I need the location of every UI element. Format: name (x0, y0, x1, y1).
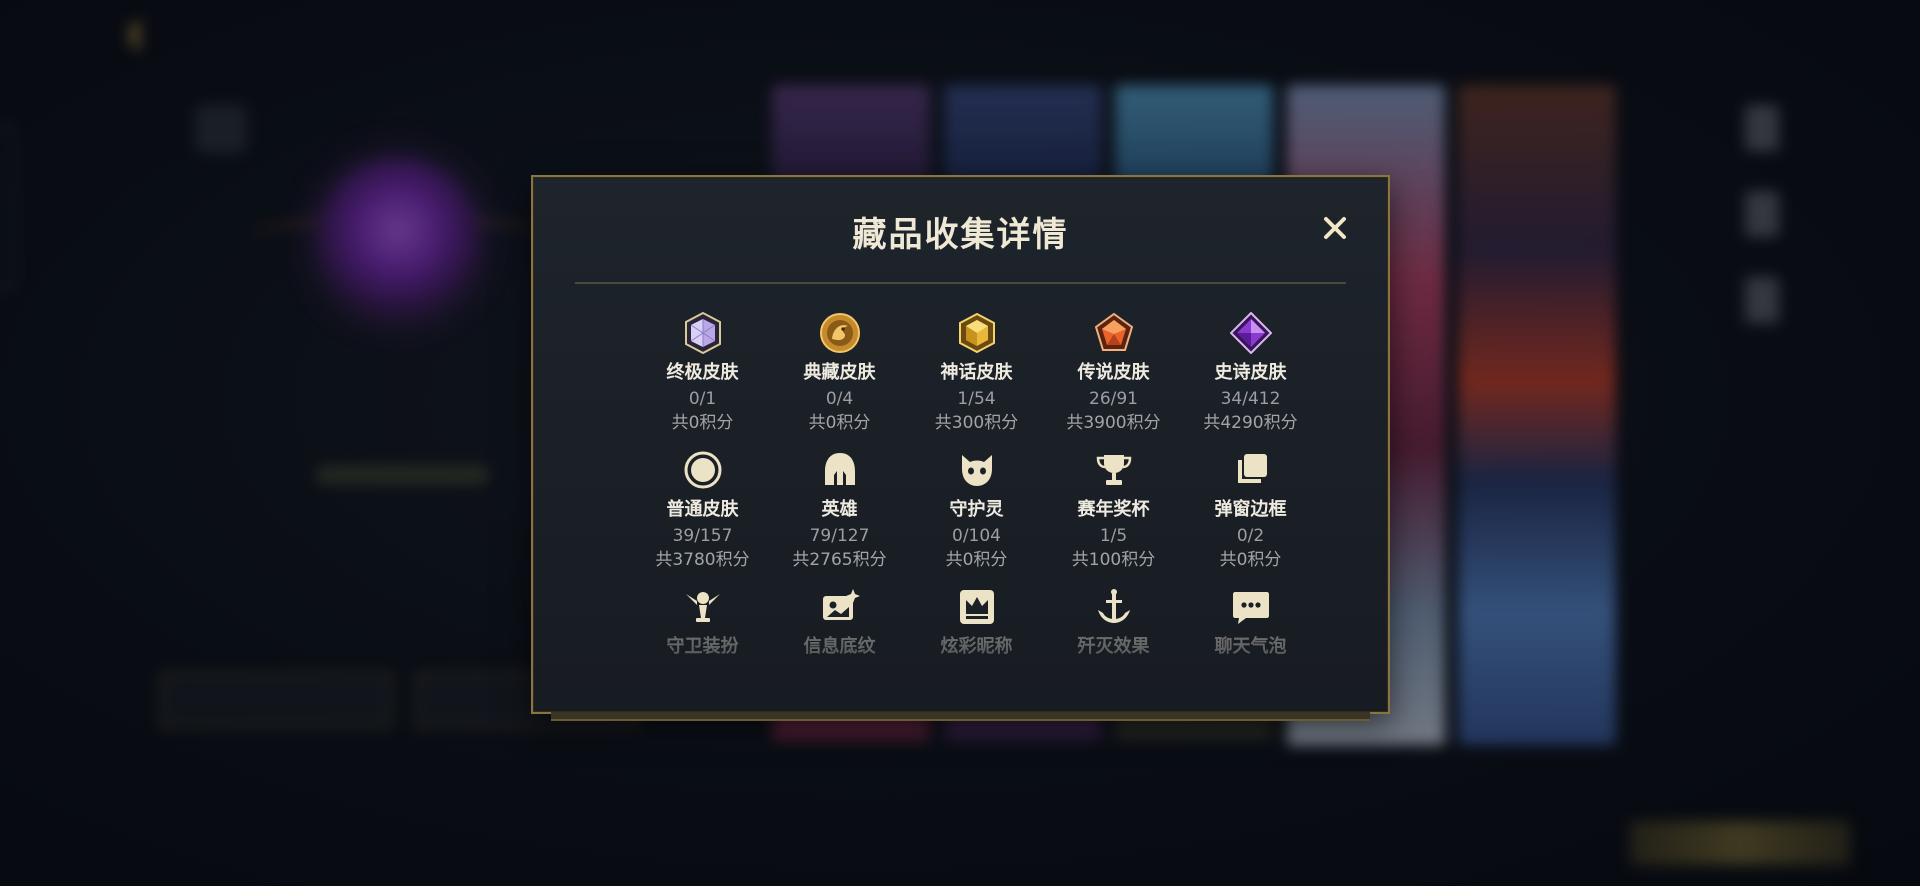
item-label: 守护灵 (949, 499, 1004, 520)
modal-title: 藏品收集详情 (852, 215, 1069, 255)
helmet-icon (824, 453, 855, 485)
collection-item-info-pattern[interactable]: 信息底纹 (771, 581, 908, 671)
item-count: 0/104 (952, 526, 1001, 546)
collection-item-annihilation-effect[interactable]: 歼灭效果 (1045, 581, 1182, 671)
collection-item-hero[interactable]: 英雄 79/127 共2765积分 (771, 444, 908, 581)
collection-item-collector-skin[interactable]: 典藏皮肤 0/4 共0积分 (771, 307, 908, 444)
dragon-medallion-icon (819, 313, 860, 353)
item-label: 赛年奖杯 (1077, 499, 1150, 520)
close-icon (1324, 217, 1346, 239)
collection-item-colorful-nickname[interactable]: 炫彩昵称 (908, 581, 1045, 671)
item-points: 共0积分 (808, 413, 871, 433)
item-count: 26/91 (1089, 389, 1138, 409)
item-points: 共3780积分 (655, 550, 750, 570)
ward-icon (685, 592, 720, 622)
collection-grid: 终极皮肤 0/1 共0积分 典藏皮肤 0/4 共0积分 神话皮肤 1/54 共3… (634, 307, 1319, 671)
item-points: 共0积分 (1219, 550, 1282, 570)
item-count: 0/1 (688, 389, 717, 409)
collection-row: 普通皮肤 39/157 共3780积分 英雄 79/127 共2765积分 守护… (634, 444, 1319, 581)
item-label: 普通皮肤 (666, 499, 739, 520)
collection-item-ward-skin[interactable]: 守卫装扮 (634, 581, 771, 671)
collection-item-chat-bubble[interactable]: 聊天气泡 (1182, 581, 1319, 671)
collection-details-modal: 藏品收集详情 终极皮肤 0/1 共0积分 典藏皮肤 0/4 共0积分 神话皮肤 … (531, 175, 1390, 721)
modal-bottom-trim (551, 712, 1370, 721)
collection-item-mythic-skin[interactable]: 神话皮肤 1/54 共300积分 (908, 307, 1045, 444)
collection-item-popup-frame[interactable]: 弹窗边框 0/2 共0积分 (1182, 444, 1319, 581)
crystal-gem-icon (684, 312, 721, 354)
item-label: 神话皮肤 (940, 362, 1013, 383)
item-points: 共2765积分 (792, 550, 887, 570)
item-label: 典藏皮肤 (803, 362, 876, 383)
item-label: 守卫装扮 (666, 636, 739, 657)
chat-bubble-icon (1232, 592, 1269, 624)
crown-card-icon (959, 590, 994, 624)
item-label: 终极皮肤 (666, 362, 739, 383)
item-label: 英雄 (821, 499, 858, 520)
item-label: 传说皮肤 (1077, 362, 1150, 383)
app-screen: 藏品收集详情 终极皮肤 0/1 共0积分 典藏皮肤 0/4 共0积分 神话皮肤 … (0, 0, 1920, 886)
image-sparkle-icon (822, 589, 860, 620)
close-button[interactable] (1320, 213, 1350, 243)
item-points: 共4290积分 (1203, 413, 1298, 433)
item-count: 34/412 (1220, 389, 1281, 409)
guardian-face-icon (961, 455, 992, 486)
collection-row: 终极皮肤 0/1 共0积分 典藏皮肤 0/4 共0积分 神话皮肤 1/54 共3… (634, 307, 1319, 444)
item-label: 弹窗边框 (1214, 499, 1287, 520)
item-points: 共0积分 (671, 413, 734, 433)
orange-pentagon-gem-icon (1094, 312, 1133, 351)
item-label: 聊天气泡 (1214, 636, 1287, 657)
stacked-frames-icon (1237, 454, 1267, 483)
purple-diamond-gem-icon (1229, 312, 1272, 354)
collection-item-ultimate-skin[interactable]: 终极皮肤 0/1 共0积分 (634, 307, 771, 444)
circle-icon (684, 451, 721, 489)
item-points: 共0积分 (945, 550, 1008, 570)
item-count: 1/54 (957, 389, 996, 409)
item-count: 0/4 (825, 389, 854, 409)
item-points: 共100积分 (1071, 550, 1156, 570)
item-label: 信息底纹 (803, 636, 876, 657)
anchor-sword-icon (1097, 589, 1130, 623)
item-count: 1/5 (1099, 526, 1128, 546)
item-points: 共300积分 (934, 413, 1019, 433)
item-label: 史诗皮肤 (1214, 362, 1287, 383)
trophy-icon (1096, 455, 1131, 485)
item-points: 共3900积分 (1066, 413, 1161, 433)
collection-row: 守卫装扮 信息底纹 炫彩昵称 歼灭效果 聊天气泡 (634, 581, 1319, 671)
collection-item-epic-skin[interactable]: 史诗皮肤 34/412 共4290积分 (1182, 307, 1319, 444)
collection-item-guardian[interactable]: 守护灵 0/104 共0积分 (908, 444, 1045, 581)
item-label: 炫彩昵称 (940, 636, 1013, 657)
item-count: 79/127 (809, 526, 870, 546)
item-count: 39/157 (672, 526, 733, 546)
collection-item-normal-skin[interactable]: 普通皮肤 39/157 共3780积分 (634, 444, 771, 581)
gold-hexagon-gem-icon (958, 312, 995, 354)
collection-item-season-trophy[interactable]: 赛年奖杯 1/5 共100积分 (1045, 444, 1182, 581)
item-label: 歼灭效果 (1077, 636, 1150, 657)
item-count: 0/2 (1236, 526, 1265, 546)
collection-item-legendary-skin[interactable]: 传说皮肤 26/91 共3900积分 (1045, 307, 1182, 444)
title-divider (575, 282, 1346, 284)
